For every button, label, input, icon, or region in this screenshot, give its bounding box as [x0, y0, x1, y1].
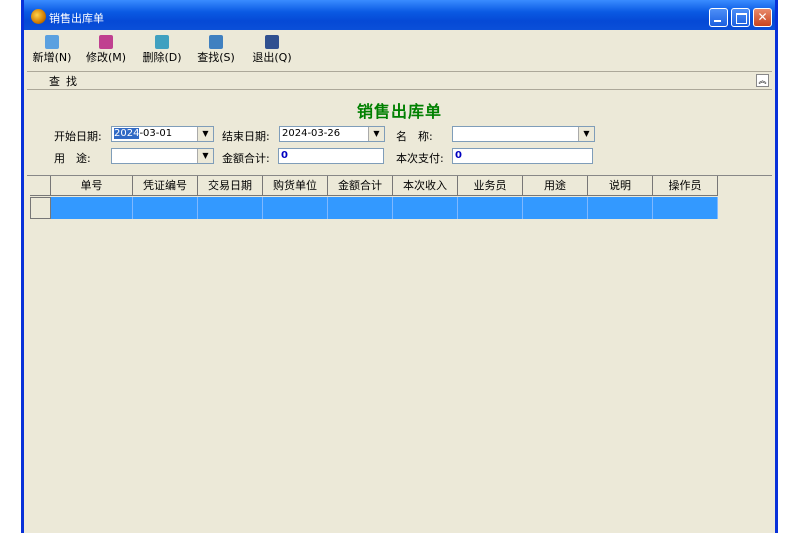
maximize-icon [736, 13, 747, 24]
exit-button[interactable]: 退出(Q) [248, 33, 296, 67]
table-cell[interactable] [523, 197, 588, 219]
column-header[interactable]: 购货单位 [263, 176, 328, 196]
column-header[interactable]: 本次收入 [393, 176, 458, 196]
minimize-icon [714, 20, 721, 22]
title-bar[interactable]: 销售出库单 ✕ [24, 0, 775, 30]
column-header[interactable]: 操作员 [653, 176, 718, 196]
window-title: 销售出库单 [49, 12, 104, 25]
collapse-icon[interactable]: ︽ [756, 74, 769, 87]
close-button[interactable]: ✕ [753, 8, 772, 27]
edit-button-label: 修改(M) [85, 51, 127, 64]
exit-button-label: 退出(Q) [252, 51, 292, 64]
row-header[interactable] [30, 197, 51, 219]
table-cell[interactable] [588, 197, 653, 219]
chevron-down-icon[interactable]: ▼ [197, 149, 213, 163]
add-icon [45, 35, 59, 49]
add-button-label: 新增(N) [32, 51, 72, 64]
minimize-button[interactable] [709, 8, 728, 27]
app-icon [31, 9, 46, 24]
column-header[interactable]: 金额合计 [328, 176, 393, 196]
search-panel-header[interactable]: 查找 ︽ [27, 71, 772, 90]
purpose-select[interactable]: ▼ [111, 148, 214, 164]
edit-icon [99, 35, 113, 49]
find-icon [209, 35, 223, 49]
toolbar: 新增(N) 修改(M) 删除(D) 查找(S) 退出(Q) [24, 33, 775, 67]
start-date-label: 开始日期: [54, 130, 102, 143]
chevron-down-icon[interactable]: ▼ [197, 127, 213, 141]
form-title: 销售出库单 [356, 102, 442, 121]
find-button[interactable]: 查找(S) [192, 33, 240, 67]
table-cell[interactable] [653, 197, 718, 219]
exit-icon [265, 35, 279, 49]
column-header[interactable]: 单号 [51, 176, 133, 196]
table-cell[interactable] [51, 197, 133, 219]
column-header[interactable]: 业务员 [458, 176, 523, 196]
add-button[interactable]: 新增(N) [28, 33, 76, 67]
payment-label: 本次支付: [396, 152, 444, 165]
column-header[interactable]: 交易日期 [198, 176, 263, 196]
edit-button[interactable]: 修改(M) [82, 33, 130, 67]
delete-button-label: 删除(D) [142, 51, 182, 64]
delete-icon [155, 35, 169, 49]
end-date-picker[interactable]: 2024-03-26 ▼ [279, 126, 385, 142]
total-field[interactable]: 0 [278, 148, 384, 164]
column-header[interactable]: 用途 [523, 176, 588, 196]
search-panel-label: 查找 [49, 75, 83, 88]
table-cell[interactable] [328, 197, 393, 219]
name-label: 名 称: [396, 130, 433, 143]
search-form: 销售出库单 开始日期: 2024-03-01 ▼ 结束日期: 2024-03-2… [27, 90, 772, 172]
start-date-year: 2024 [114, 128, 140, 139]
chevron-down-icon[interactable]: ▼ [368, 127, 384, 141]
end-date-value: 2024-03-26 [282, 128, 341, 139]
column-header[interactable]: 说明 [588, 176, 653, 196]
name-select[interactable]: ▼ [452, 126, 595, 142]
table-cell[interactable] [458, 197, 523, 219]
chevron-down-icon[interactable]: ▼ [578, 127, 594, 141]
table-cell[interactable] [133, 197, 198, 219]
table-cell[interactable] [198, 197, 263, 219]
purpose-label: 用 途: [54, 152, 91, 165]
find-button-label: 查找(S) [197, 51, 235, 64]
end-date-label: 结束日期: [222, 130, 270, 143]
delete-button[interactable]: 删除(D) [138, 33, 186, 67]
table-cell[interactable] [263, 197, 328, 219]
total-value: 0 [281, 150, 288, 161]
data-grid[interactable]: 单号 凭证编号 交易日期 购货单位 金额合计 本次收入 业务员 用途 说明 操作… [27, 175, 772, 533]
row-header-corner [30, 176, 51, 196]
table-cell[interactable] [393, 197, 458, 219]
column-header[interactable]: 凭证编号 [133, 176, 198, 196]
close-icon: ✕ [757, 10, 768, 24]
payment-value: 0 [455, 150, 462, 161]
total-label: 金额合计: [222, 152, 270, 165]
payment-field[interactable]: 0 [452, 148, 593, 164]
start-date-picker[interactable]: 2024-03-01 ▼ [111, 126, 214, 142]
start-date-rest: -03-01 [139, 128, 173, 139]
maximize-button[interactable] [731, 8, 750, 27]
main-window: 销售出库单 ✕ 新增(N) 修改(M) 删除(D) 查找(S) 退出(Q) 查找… [21, 0, 778, 533]
